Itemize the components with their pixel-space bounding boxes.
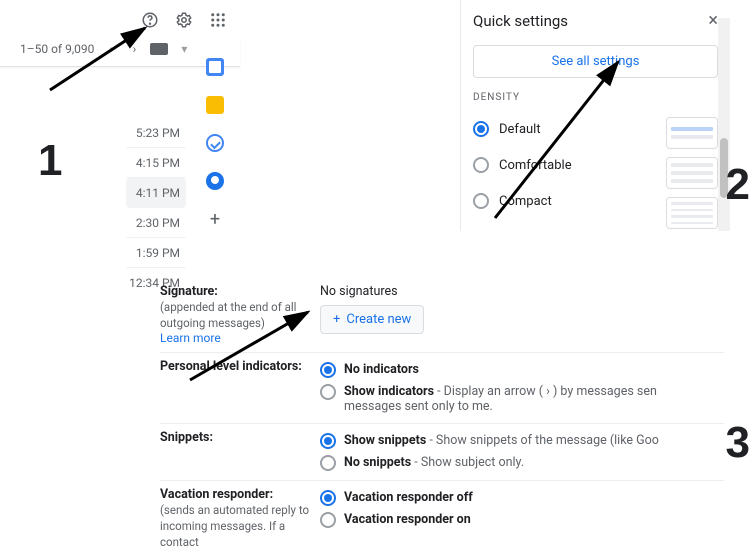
option-bold: No snippets — [344, 455, 411, 470]
add-addon-icon[interactable]: + — [206, 210, 224, 228]
topbar-icons — [0, 0, 240, 36]
density-preview-compact — [666, 197, 718, 229]
snippets-row: Snippets: Show snippets - Show snippets … — [160, 424, 724, 481]
radio-icon — [473, 193, 489, 209]
radio-icon — [320, 455, 336, 471]
keep-icon[interactable] — [206, 96, 224, 114]
time-item[interactable]: 5:23 PM — [126, 118, 186, 148]
quick-settings-panel: Quick settings × See all settings DENSIT… — [460, 0, 730, 231]
option-desc: - Show snippets of the message (like Goo — [426, 433, 659, 448]
time-item[interactable]: 4:11 PM — [126, 178, 186, 208]
density-preview-comfortable — [666, 157, 718, 189]
option-desc: - Show subject only. — [411, 455, 524, 470]
option-label: Compact — [499, 194, 552, 209]
apps-grid-icon[interactable] — [208, 10, 228, 30]
signature-label: Signature: — [160, 284, 218, 299]
support-icon[interactable] — [140, 10, 160, 30]
gear-icon[interactable] — [174, 10, 194, 30]
option-bold: Show snippets — [344, 433, 426, 448]
step-1-marker: 1 — [38, 136, 62, 186]
quick-settings-title: Quick settings — [473, 12, 568, 30]
message-time-column: 5:23 PM 4:15 PM 4:11 PM 2:30 PM 1:59 PM … — [126, 118, 186, 298]
create-signature-button[interactable]: + Create new — [320, 305, 424, 334]
density-section-label: DENSITY — [461, 92, 730, 111]
snippets-show[interactable]: Show snippets - Show snippets of the mes… — [320, 430, 724, 452]
density-preview-default — [666, 117, 718, 149]
signature-sub: (appended at the end of all outgoing mes… — [160, 300, 296, 330]
input-tools-icon[interactable] — [150, 43, 168, 55]
radio-icon — [473, 121, 489, 137]
vacation-responder-row: Vacation responder: (sends an automated … — [160, 481, 724, 556]
snippets-label: Snippets: — [160, 430, 213, 445]
tasks-icon[interactable] — [206, 134, 224, 152]
general-settings-panel: Signature: (appended at the end of all o… — [160, 278, 724, 556]
radio-icon — [320, 512, 336, 528]
option-desc: - Display an arrow ( › ) by messages sen — [434, 384, 657, 399]
input-tools-caret-icon[interactable]: ▾ — [176, 42, 192, 56]
pli-label: Personal level indicators: — [160, 359, 302, 374]
pli-no-indicators[interactable]: No indicators — [320, 359, 724, 381]
learn-more-link[interactable]: Learn more — [160, 331, 221, 345]
option-label: No indicators — [344, 362, 419, 377]
vacation-off[interactable]: Vacation responder off — [320, 487, 724, 509]
option-label: Comfortable — [499, 158, 572, 173]
option-label: Vacation responder off — [344, 490, 473, 505]
radio-icon — [320, 384, 336, 400]
plus-icon: + — [333, 312, 340, 327]
page-next-icon[interactable]: › — [126, 42, 142, 56]
radio-icon — [473, 157, 489, 173]
vacation-sub: (sends an automated reply to incoming me… — [160, 503, 309, 549]
time-item[interactable]: 1:59 PM — [126, 238, 186, 268]
time-item[interactable]: 4:15 PM — [126, 148, 186, 178]
snippets-none[interactable]: No snippets - Show subject only. — [320, 452, 724, 474]
button-label: Create new — [346, 312, 411, 327]
radio-icon — [320, 433, 336, 449]
option-label: Vacation responder on — [344, 512, 471, 527]
step-3-marker: 3 — [726, 418, 750, 468]
option-bold: Show indicators — [344, 384, 434, 399]
page-prev-icon[interactable]: ‹ — [102, 42, 118, 56]
vacation-on[interactable]: Vacation responder on — [320, 509, 724, 531]
contacts-icon[interactable] — [206, 172, 224, 190]
signature-row: Signature: (appended at the end of all o… — [160, 278, 724, 353]
step-2-marker: 2 — [726, 160, 750, 210]
pagination-count: 1–50 of 9,090 — [20, 42, 94, 56]
option-label: Default — [499, 122, 541, 137]
see-all-settings-button[interactable]: See all settings — [473, 45, 718, 78]
close-icon[interactable]: × — [708, 10, 718, 31]
gmail-topbar-panel: 1–50 of 9,090 ‹ › ▾ — [0, 0, 240, 67]
signature-status: No signatures — [320, 284, 398, 299]
pli-show-indicators[interactable]: Show indicators - Display an arrow ( › )… — [320, 381, 724, 417]
radio-icon — [320, 490, 336, 506]
calendar-icon[interactable] — [206, 58, 224, 76]
pagination-bar: 1–50 of 9,090 ‹ › ▾ — [0, 36, 240, 67]
time-item[interactable]: 2:30 PM — [126, 208, 186, 238]
density-options: Default Comfortable Compact — [461, 111, 730, 231]
gmail-side-panel: + — [206, 48, 224, 228]
option-desc-2: messages sent only to me. — [344, 399, 493, 414]
radio-icon — [320, 362, 336, 378]
personal-level-indicators-row: Personal level indicators: No indicators… — [160, 353, 724, 424]
